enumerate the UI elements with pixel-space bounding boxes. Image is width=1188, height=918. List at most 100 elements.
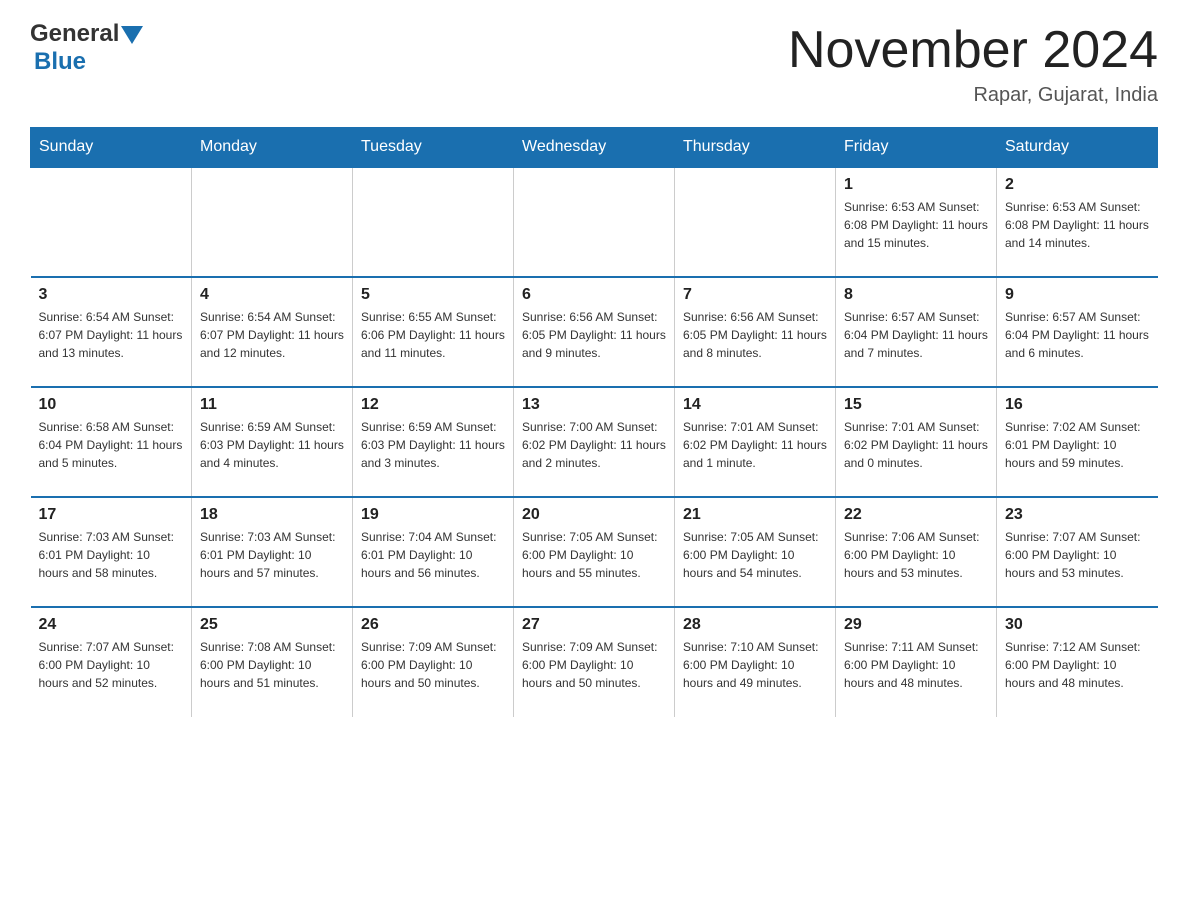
cell-info: Sunrise: 6:54 AM Sunset: 6:07 PM Dayligh… (39, 308, 184, 362)
day-number: 4 (200, 286, 344, 304)
day-number: 30 (1005, 616, 1150, 634)
calendar-cell (353, 167, 514, 277)
logo-triangle-icon (121, 26, 143, 44)
day-number: 7 (683, 286, 827, 304)
cell-info: Sunrise: 6:53 AM Sunset: 6:08 PM Dayligh… (844, 198, 988, 252)
calendar-cell: 26Sunrise: 7:09 AM Sunset: 6:00 PM Dayli… (353, 607, 514, 717)
weekday-header-wednesday: Wednesday (514, 128, 675, 168)
logo-general: General (30, 20, 119, 48)
cell-info: Sunrise: 7:09 AM Sunset: 6:00 PM Dayligh… (522, 638, 666, 692)
calendar-week-row: 17 Sunrise: 7:03 AM Sunset: 6:01 PM Dayli… (31, 497, 1158, 607)
day-number: 12 (361, 396, 505, 414)
cell-info: Sunrise: 7:05 AM Sunset: 6:00 PM Dayligh… (522, 528, 666, 582)
calendar-cell: 24 Sunrise: 7:07 AM Sunset: 6:00 PM Dayli… (31, 607, 192, 717)
calendar-cell: 18Sunrise: 7:03 AM Sunset: 6:01 PM Dayli… (192, 497, 353, 607)
calendar-body: 1 Sunrise: 6:53 AM Sunset: 6:08 PM Daylig… (31, 167, 1158, 717)
logo-blue: Blue (34, 48, 86, 76)
cell-info: Sunrise: 7:07 AM Sunset: 6:00 PM Dayligh… (1005, 528, 1150, 582)
cell-info: Sunrise: 6:53 AM Sunset: 6:08 PM Dayligh… (1005, 198, 1150, 252)
cell-info: Sunrise: 6:55 AM Sunset: 6:06 PM Dayligh… (361, 308, 505, 362)
calendar-cell: 6 Sunrise: 6:56 AM Sunset: 6:05 PM Daylig… (514, 277, 675, 387)
cell-info: Sunrise: 7:01 AM Sunset: 6:02 PM Dayligh… (844, 418, 988, 472)
calendar-cell: 3 Sunrise: 6:54 AM Sunset: 6:07 PM Daylig… (31, 277, 192, 387)
cell-info: Sunrise: 7:08 AM Sunset: 6:00 PM Dayligh… (200, 638, 344, 692)
day-number: 3 (39, 286, 184, 304)
day-number: 6 (522, 286, 666, 304)
calendar-cell: 16 Sunrise: 7:02 AM Sunset: 6:01 PM Dayli… (997, 387, 1158, 497)
calendar-cell: 23Sunrise: 7:07 AM Sunset: 6:00 PM Dayli… (997, 497, 1158, 607)
day-number: 21 (683, 506, 827, 524)
calendar-cell: 17 Sunrise: 7:03 AM Sunset: 6:01 PM Dayli… (31, 497, 192, 607)
calendar-cell: 21 Sunrise: 7:05 AM Sunset: 6:00 PM Dayli… (675, 497, 836, 607)
calendar-cell: 20 Sunrise: 7:05 AM Sunset: 6:00 PM Dayli… (514, 497, 675, 607)
calendar-cell: 12 Sunrise: 6:59 AM Sunset: 6:03 PM Dayli… (353, 387, 514, 497)
page-header: General Blue November 2024 Rapar, Gujara… (30, 20, 1158, 107)
weekday-header-monday: Monday (192, 128, 353, 168)
cell-info: Sunrise: 7:02 AM Sunset: 6:01 PM Dayligh… (1005, 418, 1150, 472)
day-number: 9 (1005, 286, 1150, 304)
calendar-cell: 9Sunrise: 6:57 AM Sunset: 6:04 PM Daylig… (997, 277, 1158, 387)
cell-info: Sunrise: 6:54 AM Sunset: 6:07 PM Dayligh… (200, 308, 344, 362)
calendar-cell (192, 167, 353, 277)
day-number: 17 (39, 506, 184, 524)
day-number: 20 (522, 506, 666, 524)
calendar-week-row: 24 Sunrise: 7:07 AM Sunset: 6:00 PM Dayli… (31, 607, 1158, 717)
calendar-cell: 15 Sunrise: 7:01 AM Sunset: 6:02 PM Dayli… (836, 387, 997, 497)
calendar-cell: 27Sunrise: 7:09 AM Sunset: 6:00 PM Dayli… (514, 607, 675, 717)
calendar-cell (675, 167, 836, 277)
day-number: 11 (200, 396, 344, 414)
cell-info: Sunrise: 6:56 AM Sunset: 6:05 PM Dayligh… (522, 308, 666, 362)
calendar-week-row: 1 Sunrise: 6:53 AM Sunset: 6:08 PM Daylig… (31, 167, 1158, 277)
cell-info: Sunrise: 6:59 AM Sunset: 6:03 PM Dayligh… (200, 418, 344, 472)
day-number: 2 (1005, 176, 1150, 194)
calendar-cell: 22Sunrise: 7:06 AM Sunset: 6:00 PM Dayli… (836, 497, 997, 607)
month-title: November 2024 (788, 20, 1158, 80)
cell-info: Sunrise: 7:06 AM Sunset: 6:00 PM Dayligh… (844, 528, 988, 582)
day-number: 5 (361, 286, 505, 304)
cell-info: Sunrise: 7:01 AM Sunset: 6:02 PM Dayligh… (683, 418, 827, 472)
calendar-cell: 2 Sunrise: 6:53 AM Sunset: 6:08 PM Daylig… (997, 167, 1158, 277)
calendar-cell: 4 Sunrise: 6:54 AM Sunset: 6:07 PM Daylig… (192, 277, 353, 387)
day-number: 25 (200, 616, 344, 634)
cell-info: Sunrise: 7:11 AM Sunset: 6:00 PM Dayligh… (844, 638, 988, 692)
weekday-header-tuesday: Tuesday (353, 128, 514, 168)
calendar-cell: 25 Sunrise: 7:08 AM Sunset: 6:00 PM Dayli… (192, 607, 353, 717)
day-number: 26 (361, 616, 505, 634)
weekday-header-row: SundayMondayTuesdayWednesdayThursdayFrid… (31, 128, 1158, 168)
cell-info: Sunrise: 7:10 AM Sunset: 6:00 PM Dayligh… (683, 638, 827, 692)
calendar-cell: 5 Sunrise: 6:55 AM Sunset: 6:06 PM Daylig… (353, 277, 514, 387)
day-number: 10 (39, 396, 184, 414)
calendar-table: SundayMondayTuesdayWednesdayThursdayFrid… (30, 127, 1158, 717)
day-number: 18 (200, 506, 344, 524)
weekday-header-thursday: Thursday (675, 128, 836, 168)
cell-info: Sunrise: 7:07 AM Sunset: 6:00 PM Dayligh… (39, 638, 184, 692)
day-number: 14 (683, 396, 827, 414)
weekday-header-friday: Friday (836, 128, 997, 168)
calendar-cell: 13 Sunrise: 7:00 AM Sunset: 6:02 PM Dayli… (514, 387, 675, 497)
day-number: 28 (683, 616, 827, 634)
cell-info: Sunrise: 6:56 AM Sunset: 6:05 PM Dayligh… (683, 308, 827, 362)
weekday-header-saturday: Saturday (997, 128, 1158, 168)
calendar-cell: 11 Sunrise: 6:59 AM Sunset: 6:03 PM Dayli… (192, 387, 353, 497)
day-number: 1 (844, 176, 988, 194)
cell-info: Sunrise: 7:05 AM Sunset: 6:00 PM Dayligh… (683, 528, 827, 582)
cell-info: Sunrise: 6:59 AM Sunset: 6:03 PM Dayligh… (361, 418, 505, 472)
day-number: 16 (1005, 396, 1150, 414)
calendar-cell: 14 Sunrise: 7:01 AM Sunset: 6:02 PM Dayli… (675, 387, 836, 497)
cell-info: Sunrise: 6:57 AM Sunset: 6:04 PM Dayligh… (844, 308, 988, 362)
calendar-week-row: 3 Sunrise: 6:54 AM Sunset: 6:07 PM Daylig… (31, 277, 1158, 387)
calendar-cell (514, 167, 675, 277)
cell-info: Sunrise: 7:03 AM Sunset: 6:01 PM Dayligh… (39, 528, 184, 582)
calendar-cell: 10Sunrise: 6:58 AM Sunset: 6:04 PM Dayli… (31, 387, 192, 497)
day-number: 15 (844, 396, 988, 414)
calendar-week-row: 10Sunrise: 6:58 AM Sunset: 6:04 PM Dayli… (31, 387, 1158, 497)
logo: General Blue (30, 20, 143, 76)
day-number: 24 (39, 616, 184, 634)
calendar-cell: 7 Sunrise: 6:56 AM Sunset: 6:05 PM Daylig… (675, 277, 836, 387)
calendar-cell: 8Sunrise: 6:57 AM Sunset: 6:04 PM Daylig… (836, 277, 997, 387)
cell-info: Sunrise: 7:00 AM Sunset: 6:02 PM Dayligh… (522, 418, 666, 472)
day-number: 13 (522, 396, 666, 414)
calendar-cell: 19Sunrise: 7:04 AM Sunset: 6:01 PM Dayli… (353, 497, 514, 607)
calendar-header: SundayMondayTuesdayWednesdayThursdayFrid… (31, 128, 1158, 168)
day-number: 19 (361, 506, 505, 524)
